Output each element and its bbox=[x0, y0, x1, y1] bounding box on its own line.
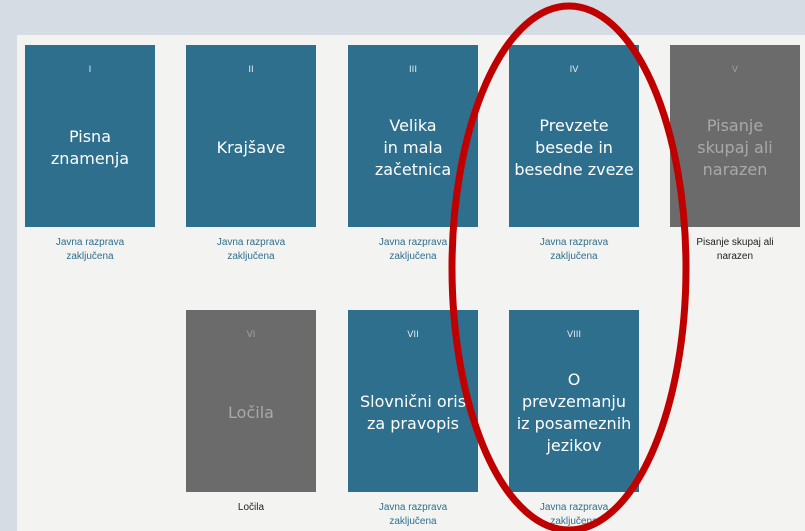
card-title: Ločila bbox=[228, 403, 274, 422]
status-text: Pisanje skupaj ali narazen bbox=[696, 237, 774, 262]
card-title: Pisna znamenja bbox=[50, 127, 130, 168]
content-page: I Pisna znamenja Javna razprava zaključe… bbox=[17, 35, 805, 531]
card-number: VII bbox=[407, 330, 419, 340]
card-number: VI bbox=[246, 330, 256, 340]
status-link[interactable]: Javna razprava zaključena bbox=[509, 236, 639, 264]
card-title: Krajšave bbox=[216, 138, 286, 157]
card-o-prevzemanju[interactable]: VIII O prevzemanju iz posameznih jezikov bbox=[509, 310, 639, 492]
card-title: Pisanje skupaj ali narazen bbox=[697, 116, 773, 179]
card-number: III bbox=[409, 65, 417, 75]
card-krajsave[interactable]: II Krajšave bbox=[186, 45, 316, 227]
card-number: IV bbox=[569, 65, 579, 75]
card-prevzete-besede[interactable]: IV Prevzete besede in besedne zveze bbox=[509, 45, 639, 227]
card-velika-in-mala-zacetnica[interactable]: III Velika in mala začetnica bbox=[348, 45, 478, 227]
card-title: Slovnični oris za pravopis bbox=[359, 392, 467, 433]
card-title: O prevzemanju iz posameznih jezikov bbox=[516, 370, 632, 455]
status-link[interactable]: Javna razprava zaključena bbox=[25, 236, 155, 264]
card-pisna-znamenja[interactable]: I Pisna znamenja bbox=[25, 45, 155, 227]
card-number: V bbox=[731, 65, 739, 75]
card-pisanje-skupaj-ali-narazen: V Pisanje skupaj ali narazen bbox=[670, 45, 800, 227]
status-link[interactable]: Javna razprava zaključena bbox=[348, 236, 478, 264]
status-link[interactable]: Javna razprava zaključena bbox=[348, 501, 478, 529]
status-link[interactable]: Javna razprava zaključena bbox=[509, 501, 639, 529]
card-title: Prevzete besede in besedne zveze bbox=[514, 116, 634, 179]
status-text: Ločila bbox=[237, 502, 265, 513]
status-link[interactable]: Javna razprava zaključena bbox=[186, 236, 316, 264]
card-title: Velika in mala začetnica bbox=[374, 116, 452, 179]
card-number: VIII bbox=[566, 330, 582, 340]
card-number: I bbox=[88, 65, 92, 75]
card-number: II bbox=[248, 65, 254, 75]
card-locila: VI Ločila bbox=[186, 310, 316, 492]
card-slovnicni-oris[interactable]: VII Slovnični oris za pravopis bbox=[348, 310, 478, 492]
